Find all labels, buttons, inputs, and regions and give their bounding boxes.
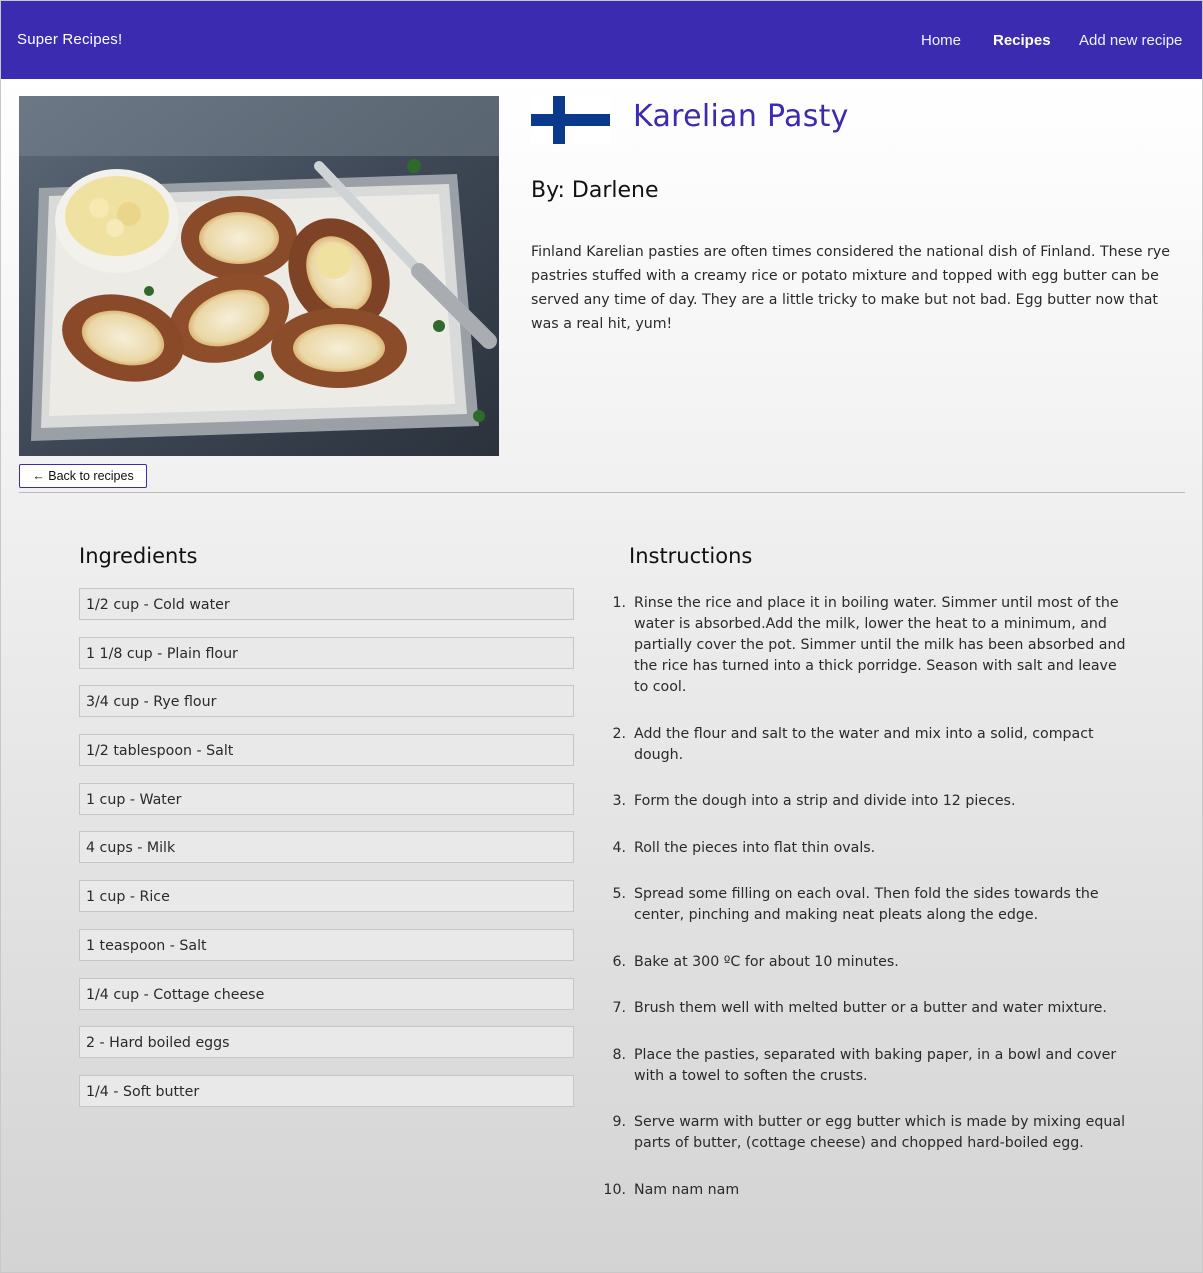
step-number: 4. xyxy=(612,839,626,856)
ingredient-item: 1 1/8 cup - Plain flour xyxy=(79,636,574,669)
step-text: Roll the pieces into flat thin ovals. xyxy=(634,839,876,856)
step-text: Bake at 300 ºC for about 10 minutes. xyxy=(634,953,899,970)
step-number: 6. xyxy=(612,953,626,970)
navbar: Super Recipes! Home Recipes Add new reci… xyxy=(1,1,1202,79)
instruction-step: 4. Roll the pieces into flat thin ovals. xyxy=(601,838,1126,859)
instruction-step: 1. Rinse the rice and place it in boiling… xyxy=(601,593,1126,698)
page-frame: Super Recipes! Home Recipes Add new reci… xyxy=(0,0,1203,1273)
ingredient-item: 1/4 - Soft butter xyxy=(79,1074,574,1107)
ingredient-item: 1/4 cup - Cottage cheese xyxy=(79,977,574,1010)
instruction-step: 2. Add the flour and salt to the water an… xyxy=(601,724,1126,766)
step-number: 5. xyxy=(612,886,626,902)
brand-link[interactable]: Super Recipes! xyxy=(17,31,122,48)
instruction-step: 6. Bake at 300 ºC for about 10 minutes. xyxy=(601,952,1126,973)
recipe-author: By: Darlene xyxy=(531,178,659,203)
step-text: Nam nam nam xyxy=(634,1181,740,1198)
instruction-step: 8. Place the pasties, separated with baki… xyxy=(601,1045,1126,1087)
step-number: 1. xyxy=(612,595,626,611)
nav-add-recipe-link[interactable]: Add new recipe xyxy=(1079,32,1182,49)
ingredients-list: 1/2 cup - Cold water 1 1/8 cup - Plain f… xyxy=(79,588,574,1124)
step-text: Brush them well with melted butter or a … xyxy=(634,1000,1107,1016)
divider xyxy=(19,492,1185,493)
recipe-title: Karelian Pasty xyxy=(633,99,849,134)
instruction-step: 9. Serve warm with butter or egg butter w… xyxy=(601,1112,1126,1154)
ingredient-item: 1 teaspoon - Salt xyxy=(79,928,574,961)
step-number: 10. xyxy=(603,1181,626,1198)
step-number: 2. xyxy=(612,725,626,742)
instruction-step: 5. Spread some filling on each oval. Then… xyxy=(601,884,1126,926)
step-text: Form the dough into a strip and divide i… xyxy=(634,793,1016,809)
step-text: Serve warm with butter or egg butter whi… xyxy=(634,1114,1126,1151)
ingredient-item: 1/2 tablespoon - Salt xyxy=(79,734,574,767)
nav-home-link[interactable]: Home xyxy=(921,32,961,49)
step-text: Spread some filling on each oval. Then f… xyxy=(634,886,1099,923)
step-number: 3. xyxy=(612,793,626,809)
recipe-photo xyxy=(19,96,499,456)
ingredient-item: 1 cup - Rice xyxy=(79,880,574,913)
instruction-step: 3. Form the dough into a strip and divide… xyxy=(601,791,1126,812)
back-to-recipes-button[interactable]: ← Back to recipes xyxy=(19,464,147,488)
recipe-description: Finland Karelian pasties are often times… xyxy=(531,244,1170,332)
finland-flag-icon xyxy=(531,96,610,144)
ingredient-item: 3/4 cup - Rye flour xyxy=(79,685,574,718)
instructions-heading: Instructions xyxy=(629,544,753,568)
step-number: 9. xyxy=(612,1114,626,1130)
step-text: Place the pasties, separated with baking… xyxy=(634,1046,1117,1084)
ingredient-item: 4 cups - Milk xyxy=(79,831,574,864)
ingredient-item: 2 - Hard boiled eggs xyxy=(79,1026,574,1059)
step-text: Add the flour and salt to the water and … xyxy=(634,725,1094,763)
step-number: 8. xyxy=(612,1046,626,1063)
ingredient-item: 1 cup - Water xyxy=(79,782,574,815)
step-text: Rinse the rice and place it in boiling w… xyxy=(634,595,1126,695)
nav-recipes-link[interactable]: Recipes xyxy=(993,32,1051,49)
instruction-step: 7. Brush them well with melted butter or … xyxy=(601,998,1126,1019)
ingredient-item: 1/2 cup - Cold water xyxy=(79,588,574,620)
instructions-list: 1. Rinse the rice and place it in boiling… xyxy=(601,593,1126,1226)
instruction-step: 10. Nam nam nam xyxy=(601,1180,1126,1201)
ingredients-heading: Ingredients xyxy=(79,544,198,568)
step-number: 7. xyxy=(612,1000,626,1016)
